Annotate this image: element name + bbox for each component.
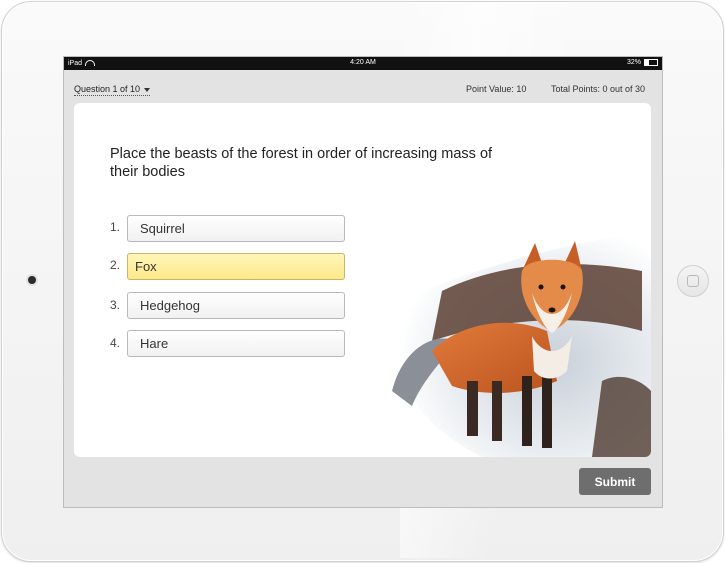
question-selector-label: Question 1 of 10 bbox=[74, 84, 141, 94]
camera-icon bbox=[28, 276, 36, 284]
battery-percent: 32% bbox=[626, 59, 641, 66]
question-card: Place the beasts of the forest in order … bbox=[74, 103, 651, 457]
answer-option-hedgehog[interactable]: Hedgehog bbox=[127, 292, 345, 319]
answer-option-fox[interactable]: Fox bbox=[127, 253, 345, 280]
submit-button[interactable]: Submit bbox=[579, 468, 651, 495]
battery-icon bbox=[644, 59, 658, 66]
option-number: 4. bbox=[110, 336, 121, 350]
total-points: Total Points: 0 out of 30 bbox=[551, 84, 646, 94]
question-text: Place the beasts of the forest in order … bbox=[110, 146, 493, 180]
home-button[interactable] bbox=[677, 265, 709, 297]
point-value: Point Value: 10 bbox=[466, 84, 527, 94]
status-bar: iPad 4:20 AM 32% bbox=[64, 57, 662, 70]
answer-option-squirrel[interactable]: Squirrel bbox=[127, 215, 345, 242]
answer-option-hare[interactable]: Hare bbox=[127, 330, 345, 357]
screen: iPad 4:20 AM 32% Question 1 of 10 Point … bbox=[63, 56, 663, 508]
option-number: 2. bbox=[110, 258, 121, 272]
home-square-icon bbox=[687, 275, 699, 287]
battery-status: 32% bbox=[627, 59, 658, 66]
battery-fill bbox=[645, 60, 649, 65]
caret-down-icon bbox=[144, 87, 151, 92]
option-number: 3. bbox=[110, 298, 121, 312]
question-selector[interactable]: Question 1 of 10 bbox=[74, 84, 151, 96]
clock: 4:20 AM bbox=[350, 59, 376, 66]
option-number: 1. bbox=[110, 220, 121, 234]
fox-photo bbox=[392, 231, 651, 457]
quiz-header: Question 1 of 10 Point Value: 10 Total P… bbox=[64, 70, 662, 103]
